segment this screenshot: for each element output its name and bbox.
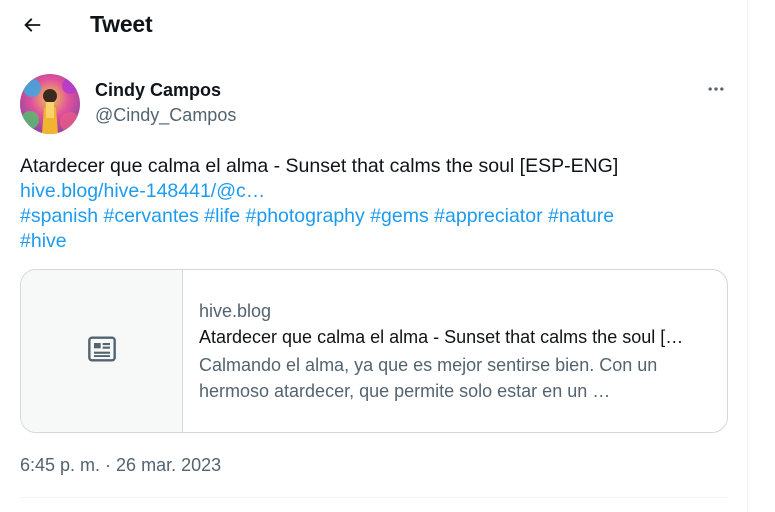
hashtag-spanish[interactable]: #spanish [20, 205, 98, 227]
tweet-body: Atardecer que calma el alma - Sunset tha… [20, 155, 619, 177]
card-description-line-1: Calmando el alma, ya que es mejor sentir… [199, 355, 658, 375]
page-title: Tweet [90, 11, 153, 37]
author-handle[interactable]: @Cindy_Campos [95, 105, 236, 126]
card-description-line-2: hermoso atardecer, que permite solo esta… [199, 381, 611, 401]
hashtag-gems[interactable]: #gems [370, 205, 429, 227]
timestamp-time[interactable]: 6:45 p. m. [20, 455, 100, 475]
hashtags-line-1: #spanish #cervantes #life #photography #… [20, 204, 732, 229]
back-button[interactable] [14, 9, 50, 45]
card-body: hive.blog Atardecer que calma el alma - … [199, 300, 719, 404]
arrow-left-icon [21, 14, 43, 41]
timestamp-date[interactable]: 26 mar. 2023 [116, 455, 221, 475]
article-icon [86, 333, 118, 370]
hashtag-life[interactable]: #life [204, 205, 240, 227]
author-name[interactable]: Cindy Campos [95, 80, 221, 101]
hashtag-appreciator[interactable]: #appreciator [434, 205, 542, 227]
tweet-text: Atardecer que calma el alma - Sunset tha… [20, 154, 732, 254]
hashtag-cervantes[interactable]: #cervantes [103, 205, 198, 227]
card-title: Atardecer que calma el alma - Sunset tha… [199, 327, 684, 347]
card-domain: hive.blog [199, 301, 272, 321]
tweet-timestamp: 6:45 p. m. · 26 mar. 2023 [20, 455, 221, 476]
card-thumbnail [21, 270, 183, 432]
avatar[interactable] [20, 74, 80, 134]
more-horizontal-icon [706, 79, 726, 104]
hashtag-nature[interactable]: #nature [548, 205, 614, 227]
hashtag-hive[interactable]: #hive [20, 230, 67, 252]
hashtag-photography[interactable]: #photography [246, 205, 365, 227]
divider [20, 497, 728, 498]
more-button[interactable] [700, 77, 732, 105]
timestamp-separator: · [100, 455, 117, 475]
tweet-column: Tweet Cindy Campos @Cindy_Campos Atardec… [0, 0, 748, 512]
page-header: Tweet [0, 0, 747, 53]
card-description: Calmando el alma, ya que es mejor sentir… [199, 352, 719, 404]
hashtags-line-2: #hive [20, 229, 732, 254]
tweet-link[interactable]: hive.blog/hive-148441/@c… [20, 180, 265, 202]
link-preview-card[interactable]: hive.blog Atardecer que calma el alma - … [20, 269, 728, 433]
